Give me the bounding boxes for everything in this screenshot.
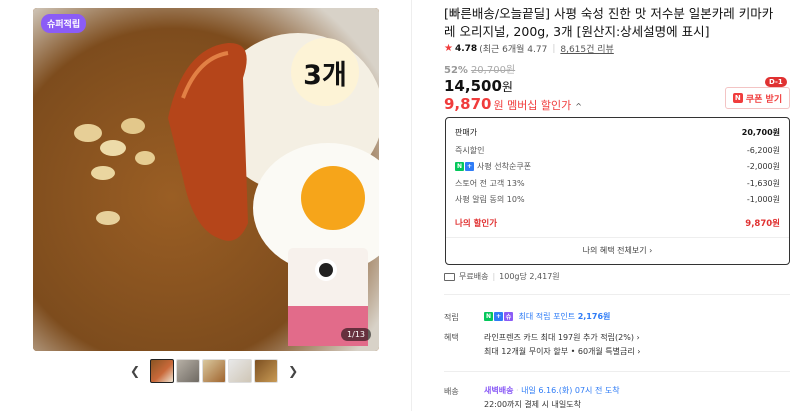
benefit-link-label: 나의 혜택 전체보기 [582, 246, 647, 255]
product-main-image[interactable]: 슈퍼적립 3개 1/13 [33, 8, 379, 351]
thumbnail-2[interactable] [176, 359, 201, 383]
member-price-label: 원 멤버십 할인가 [493, 99, 572, 112]
unit-price: 100g당 2,417원 [499, 272, 560, 281]
price-detail-box: 판매가 20,700원 즉시할인 -6,200원 N + 사평 선착순쿠폰 -2,0… [445, 117, 790, 265]
detail-label: 즉시할인 [455, 146, 485, 155]
arrival-estimate: 내일 6.16.(화) 07시 전 도착 [521, 386, 620, 395]
coupon-button[interactable]: N 쿠폰 받기 [725, 87, 790, 109]
detail-row: N + 사평 선착순쿠폰 -2,000원 [455, 161, 780, 172]
prev-thumbnail-arrow-icon[interactable]: ❮ [122, 364, 148, 378]
coupon-button-label: 쿠폰 받기 [745, 94, 783, 105]
chevron-right-icon: › [633, 333, 640, 342]
naver-plus-icon: N + 슈 [484, 312, 513, 321]
shipping-row: 무료배송 | 100g당 2,417원 [444, 271, 560, 282]
sale-price-unit: 원 [501, 80, 513, 94]
benefit-line-1-text: 라인프렌즈 카드 최대 197원 추가 적립(2%) [484, 333, 634, 342]
rating-separator: | [552, 43, 556, 54]
section-divider [444, 371, 790, 372]
rating-score: 4.78 [454, 43, 478, 54]
image-counter: 1/13 [341, 328, 371, 341]
thumbnail-3[interactable] [202, 359, 227, 383]
benefit-line-1[interactable]: 라인프렌즈 카드 최대 197원 추가 적립(2%) › [484, 332, 640, 343]
accrual-label: 적립 [444, 313, 459, 322]
detail-label-wrap: N + 사평 선착순쿠폰 [455, 161, 531, 172]
my-discount-row: 나의 할인가 9,870원 [455, 217, 780, 229]
sale-price: 14,500 [444, 77, 502, 95]
detail-label: 사평 선착순쿠폰 [477, 162, 532, 171]
rating-row: ★ 4.78 (최근 6개월 4.77 | 8,615건 리뷰 [444, 42, 614, 55]
original-price: 20,700원 [470, 65, 516, 76]
benefit-line-2[interactable]: 최대 12개월 무이자 할부 • 60개월 특별금리 › [484, 346, 641, 357]
detail-value: 20,700원 [741, 128, 780, 137]
accrual-text: 최대 적립 포인트 [518, 312, 576, 321]
chevron-right-icon: › [649, 246, 653, 255]
chevron-up-icon[interactable]: ^ [575, 102, 582, 111]
accrual-value[interactable]: N + 슈 최대 적립 포인트 2,176원 [484, 311, 610, 322]
detail-value: -1,630원 [746, 179, 780, 188]
super-points-badge: 슈퍼적립 [41, 14, 87, 33]
shipping-fee: 무료배송 [459, 272, 489, 281]
view-all-benefits-link[interactable]: 나의 혜택 전체보기 › [446, 245, 789, 256]
detail-label: 사평 알림 동의 10% [455, 195, 525, 204]
detail-value: -1,000원 [746, 195, 780, 204]
detail-value: -6,200원 [746, 146, 780, 155]
detail-row: 스토어 전 고객 13% -1,630원 [455, 178, 780, 189]
detail-value: -2,000원 [746, 162, 780, 171]
delivery-info: 새벽배송 · 내일 6.16.(화) 07시 전 도착 [484, 385, 620, 396]
sale-price-row: 14,500원 [444, 77, 513, 95]
dawn-delivery-badge: 새벽배송 [484, 386, 514, 395]
thumbnail-4[interactable] [228, 359, 253, 383]
quantity-badge: 3개 [291, 38, 359, 106]
reviews-link[interactable]: 8,615건 리뷰 [560, 42, 613, 55]
detail-label: 스토어 전 고객 13% [455, 179, 525, 188]
detail-label: 판매가 [455, 128, 478, 137]
detail-row: 사평 알림 동의 10% -1,000원 [455, 194, 780, 205]
naver-n-icon: N [732, 93, 743, 103]
delivery-cutoff: 22:00까지 결제 시 내일도착 [484, 400, 581, 409]
benefit-line-2-text: 최대 12개월 무이자 할부 • 60개월 특별금리 [484, 347, 635, 356]
discount-rate: 52% [444, 65, 468, 76]
detail-label: 나의 할인가 [455, 219, 498, 229]
discount-row: 52% 20,700원 [444, 61, 515, 76]
thumbnail-1[interactable] [150, 359, 175, 383]
star-icon: ★ [444, 43, 453, 54]
box-divider [446, 237, 789, 238]
shipping-separator: | [492, 272, 496, 281]
naver-plus-icon: N + [455, 162, 474, 171]
detail-value: 9,870원 [745, 219, 780, 229]
thumbnail-strip: ❮ ❯ [122, 357, 306, 385]
product-title: [빠른배송/오늘끝딜] 사평 숙성 진한 맛 저수분 일본카레 키마카레 오리지… [444, 6, 774, 39]
thumbnail-5[interactable] [254, 359, 279, 383]
delivery-label: 배송 [444, 387, 459, 396]
chevron-right-icon: › [634, 347, 641, 356]
detail-row: 즉시할인 -6,200원 [455, 145, 780, 156]
coupon-dday-badge: D-1 [765, 77, 787, 87]
benefits-label: 혜택 [444, 333, 459, 342]
truck-icon [444, 272, 455, 281]
rating-detail: (최근 6개월 4.77 [479, 45, 548, 55]
detail-row-base: 판매가 20,700원 [455, 127, 780, 138]
accrual-points: 2,176원 [577, 312, 611, 321]
section-divider [444, 294, 790, 295]
next-thumbnail-arrow-icon[interactable]: ❯ [280, 364, 306, 378]
member-price: 9,870 [444, 95, 492, 113]
column-divider [411, 0, 412, 411]
member-price-row[interactable]: 9,870 원 멤버십 할인가 ^ [444, 95, 582, 113]
